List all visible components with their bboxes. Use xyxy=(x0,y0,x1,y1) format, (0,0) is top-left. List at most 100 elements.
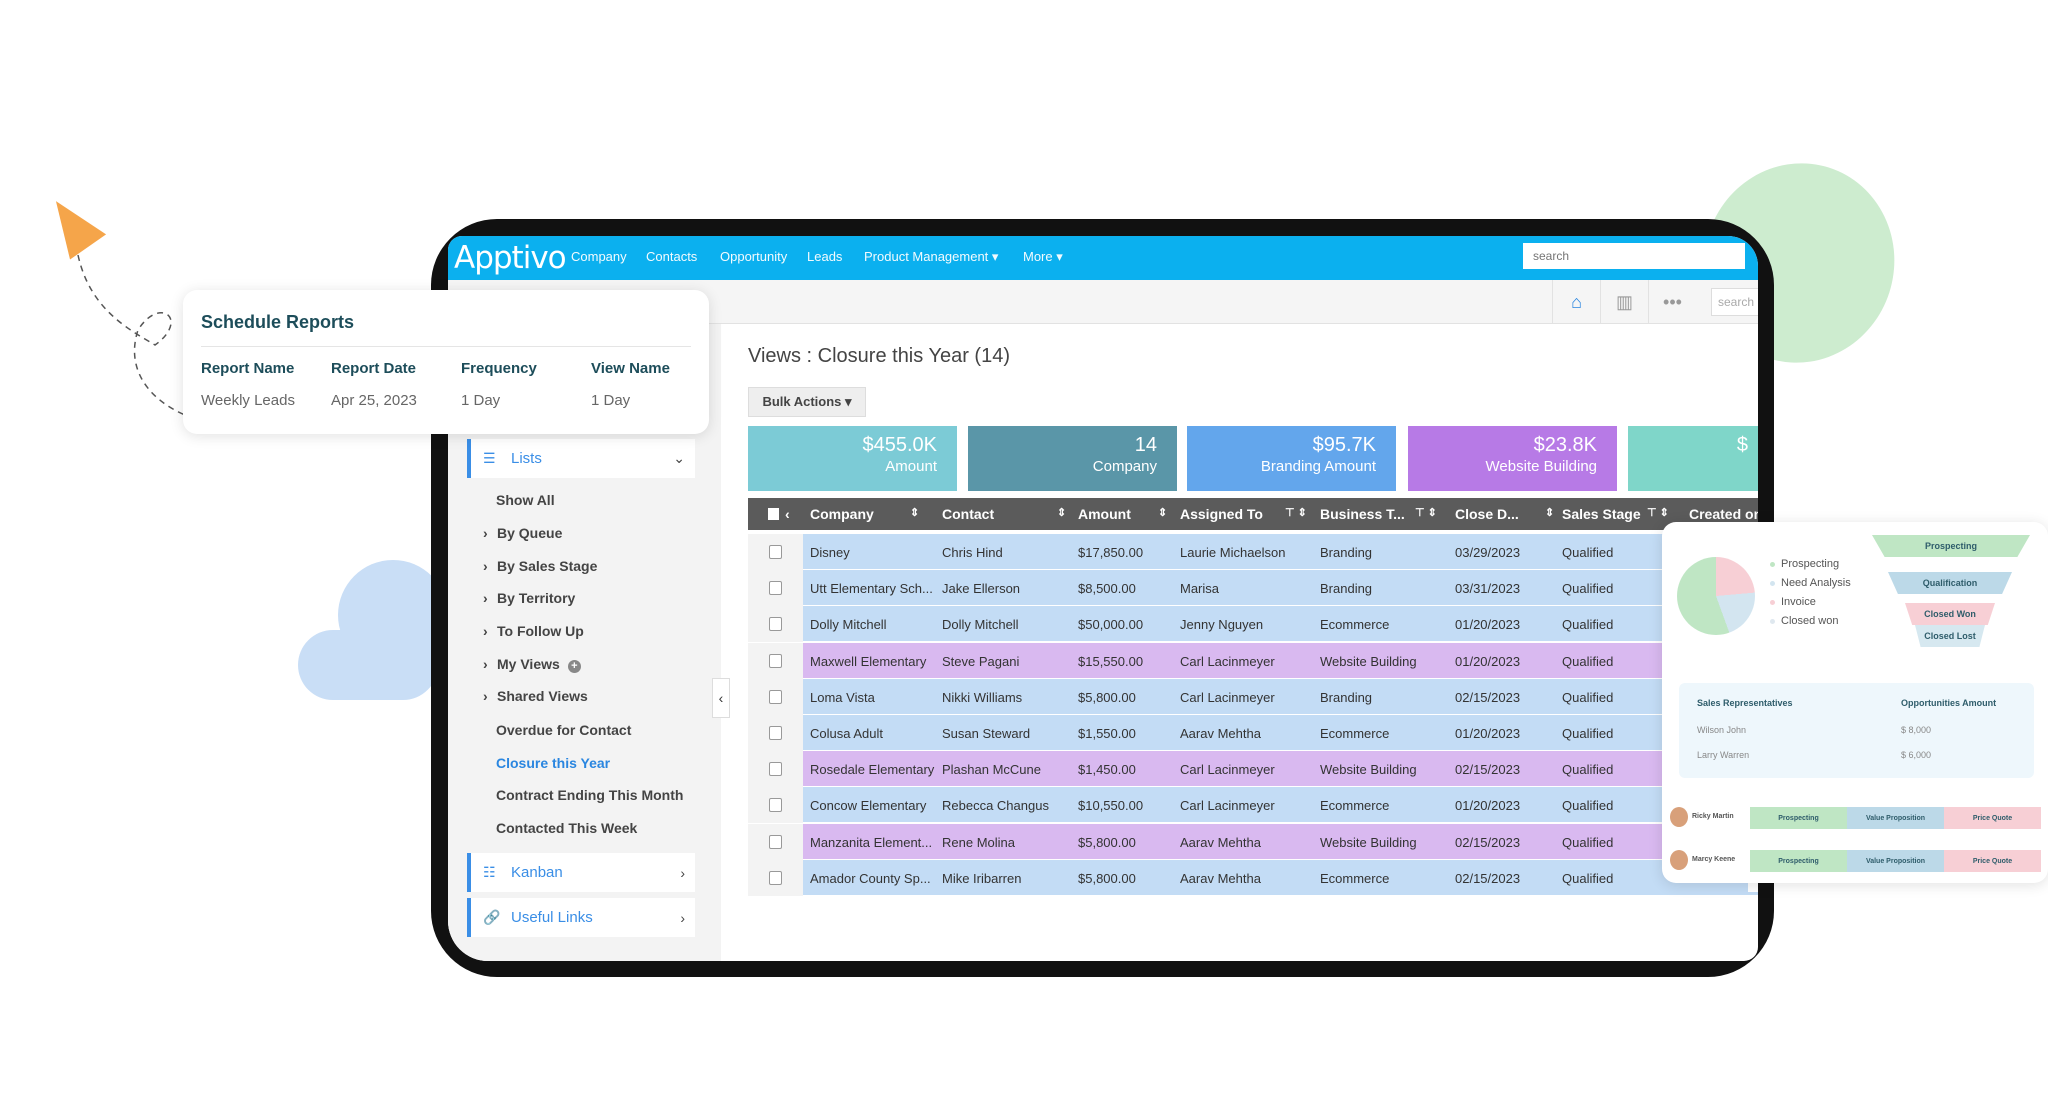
nav-contacts[interactable]: Contacts xyxy=(646,249,697,264)
column-header-created-on[interactable]: Created on xyxy=(1689,506,1758,522)
cell-contact[interactable]: Nikki Williams xyxy=(942,690,1022,705)
row-checkbox[interactable] xyxy=(769,870,782,885)
table-row[interactable]: Manzanita Element... Rene Molina $5,800.00… xyxy=(748,823,1758,860)
select-all-checkbox[interactable] xyxy=(768,508,779,520)
scroll-left-icon[interactable]: ‹ xyxy=(785,506,790,522)
cell-company[interactable]: Utt Elementary Sch... xyxy=(810,581,933,596)
column-header-amount[interactable]: Amount xyxy=(1078,506,1131,522)
row-checkbox[interactable] xyxy=(769,581,782,596)
chevron-right-icon: › xyxy=(483,688,488,704)
table-row[interactable]: Dolly Mitchell Dolly Mitchell $50,000.00 Je… xyxy=(748,606,1758,643)
sidebar-item[interactable]: Overdue for Contact xyxy=(496,722,631,738)
sidebar-lists-header[interactable]: ☰ Lists ⌄ xyxy=(467,439,695,478)
table-row[interactable]: Loma Vista Nikki Williams $5,800.00 Carl La… xyxy=(748,678,1758,715)
cell-company[interactable]: Dolly Mitchell xyxy=(810,617,887,632)
cell-contact[interactable]: Mike Iribarren xyxy=(942,871,1021,886)
row-checkbox[interactable] xyxy=(769,545,782,559)
sort-icon[interactable]: ⇕ xyxy=(910,506,919,519)
row-checkbox[interactable] xyxy=(769,762,782,777)
sidebar-item[interactable]: › Shared Views xyxy=(483,688,588,704)
cell-company[interactable]: Manzanita Element... xyxy=(810,835,932,850)
row-checkbox[interactable] xyxy=(769,617,782,632)
sidebar-useful-links[interactable]: 🔗 Useful Links › xyxy=(467,898,695,937)
column-header-assigned-to[interactable]: Assigned To xyxy=(1180,506,1263,522)
cell-contact[interactable]: Rene Molina xyxy=(942,835,1015,850)
row-checkbox[interactable] xyxy=(769,726,782,740)
sidebar-item-label: To Follow Up xyxy=(497,623,584,639)
row-checkbox[interactable] xyxy=(769,653,782,668)
stage-chip: Value Proposition xyxy=(1847,850,1944,872)
cell-contact[interactable]: Plashan McCune xyxy=(942,762,1041,777)
cell-company[interactable]: Loma Vista xyxy=(810,690,875,705)
cell-company[interactable]: Rosedale Elementary xyxy=(810,762,934,777)
column-header-business-t-[interactable]: Business T... xyxy=(1320,506,1405,522)
column-header-close-d-[interactable]: Close D... xyxy=(1455,506,1519,522)
cell-sales-stage: Qualified xyxy=(1562,617,1614,633)
kpi-label: Company xyxy=(1092,458,1157,475)
row-checkbox[interactable] xyxy=(769,798,782,813)
sort-icon[interactable]: ⊤ ⇕ xyxy=(1415,506,1437,519)
row-checkbox[interactable] xyxy=(769,834,782,849)
table-row[interactable]: Colusa Adult Susan Steward $1,550.00 Aarav … xyxy=(748,715,1758,751)
cell-company[interactable]: Concow Elementary xyxy=(810,798,926,813)
table-row[interactable]: Amador County Sp... Mike Iribarren $5,800.… xyxy=(748,859,1758,896)
collapse-sidebar-button[interactable]: ‹ xyxy=(712,678,730,718)
nav-company[interactable]: Company xyxy=(571,249,627,264)
sort-icon[interactable]: ⇕ xyxy=(1545,506,1554,519)
sidebar-item[interactable]: › By Sales Stage xyxy=(483,558,597,574)
nav-opportunity[interactable]: Opportunity xyxy=(720,249,787,264)
nav-leads[interactable]: Leads xyxy=(807,249,842,264)
kpi-card[interactable]: $23.8K Website Building xyxy=(1408,426,1617,491)
sidebar-item[interactable]: Contract Ending This Month xyxy=(496,787,683,803)
row-checkbox[interactable] xyxy=(769,689,782,704)
stage-chip: Price Quote xyxy=(1944,850,2041,872)
bulk-actions-button[interactable]: Bulk Actions ▾ xyxy=(748,387,866,417)
sort-icon[interactable]: ⇕ xyxy=(1057,506,1066,519)
nav-product-management[interactable]: Product Management ▾ xyxy=(864,249,998,265)
cell-contact[interactable]: Susan Steward xyxy=(942,726,1030,741)
bar-chart-icon[interactable]: ▥ xyxy=(1600,280,1648,324)
cell-company[interactable]: Colusa Adult xyxy=(810,726,883,741)
sidebar-kanban[interactable]: ☷ Kanban › xyxy=(467,853,695,892)
kpi-card[interactable]: $ xyxy=(1628,426,1758,491)
kpi-card[interactable]: $455.0K Amount xyxy=(748,426,957,491)
kpi-card[interactable]: 14 Company xyxy=(968,426,1177,491)
add-view-icon[interactable]: + xyxy=(567,660,581,673)
table-row[interactable]: Utt Elementary Sch... Jake Ellerson $8,500… xyxy=(748,570,1758,607)
sidebar-item[interactable]: › By Queue xyxy=(483,525,562,541)
sort-icon[interactable]: ⇕ xyxy=(1158,506,1167,519)
sidebar-item[interactable]: › By Territory xyxy=(483,590,575,606)
sidebar-item[interactable]: › My Views + xyxy=(483,656,581,673)
table-row[interactable]: Maxwell Elementary Steve Pagani $15,550.00… xyxy=(748,642,1758,679)
column-header-contact[interactable]: Contact xyxy=(942,506,994,522)
sort-icon[interactable]: ⊤ ⇕ xyxy=(1285,506,1307,519)
more-dots-icon[interactable]: ••• xyxy=(1648,280,1696,324)
cell-company[interactable]: Amador County Sp... xyxy=(810,871,931,886)
column-header-company[interactable]: Company xyxy=(810,506,874,522)
column-header-sales-stage[interactable]: Sales Stage xyxy=(1562,506,1641,522)
cell-contact[interactable]: Chris Hind xyxy=(942,545,1003,560)
sidebar-item[interactable]: Contacted This Week xyxy=(496,820,637,836)
kpi-card[interactable]: $95.7K Branding Amount xyxy=(1187,426,1396,491)
cell-company[interactable]: Maxwell Elementary xyxy=(810,654,926,669)
cell-contact[interactable]: Dolly Mitchell xyxy=(942,617,1019,632)
table-row[interactable]: Rosedale Elementary Plashan McCune $1,450.… xyxy=(748,751,1758,788)
nav-more[interactable]: More ▾ xyxy=(1023,249,1063,265)
cell-company[interactable]: Disney xyxy=(810,545,850,560)
home-icon[interactable]: ⌂ xyxy=(1552,280,1600,324)
table-row[interactable]: Disney Chris Hind $17,850.00 Laurie Michael… xyxy=(748,534,1758,570)
sort-icon[interactable]: ⊤ ⇕ xyxy=(1647,506,1669,519)
apptivo-logo[interactable]: Apptivo xyxy=(454,240,567,276)
table-row[interactable]: Concow Elementary Rebecca Changus $10,550.… xyxy=(748,787,1758,824)
sidebar-item[interactable]: Closure this Year xyxy=(496,755,610,771)
cell-contact[interactable]: Steve Pagani xyxy=(942,654,1019,669)
sidebar-item[interactable]: Show All xyxy=(496,492,555,508)
sidebar-item[interactable]: › To Follow Up xyxy=(483,623,584,639)
global-search-input[interactable] xyxy=(1523,243,1745,269)
kpi-value: $ xyxy=(1736,434,1748,456)
toolbar-search-input[interactable]: search xyxy=(1711,288,1758,316)
cell-contact[interactable]: Rebecca Changus xyxy=(942,798,1049,813)
stage-chip: Price Quote xyxy=(1944,807,2041,829)
cell-contact[interactable]: Jake Ellerson xyxy=(942,581,1020,596)
cell-close-date: 03/31/2023 xyxy=(1455,581,1521,597)
